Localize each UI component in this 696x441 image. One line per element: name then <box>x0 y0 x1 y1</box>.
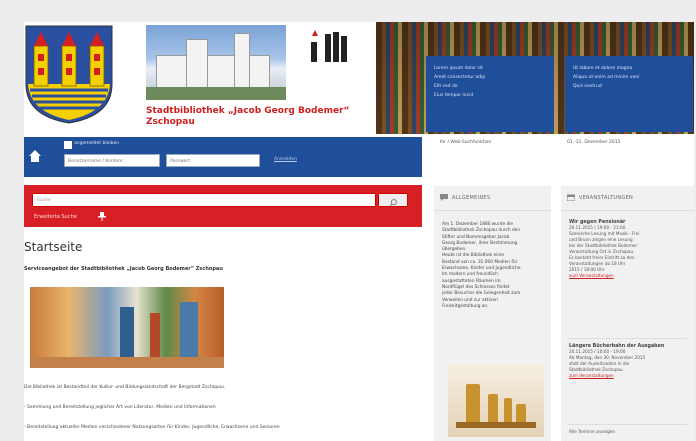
page: Stadtbibliothek „Jacob Georg Bodemer“ Zs… <box>24 22 694 441</box>
quick-links-box-1: Lorem ipsum dolor sit Amet consectetur a… <box>426 56 554 132</box>
sculpture-photo <box>448 364 544 437</box>
castle-photo <box>146 25 286 100</box>
events-panel: VERANSTALTUNGEN Wir gegen Pensionär 20.1… <box>561 186 694 441</box>
general-info-heading-text: ALLGEMEINES <box>452 195 491 201</box>
quick-link[interactable]: Lorem ipsum dolor sit <box>434 64 546 73</box>
events-heading-text: VERANSTALTUNGEN <box>579 195 634 201</box>
search-button[interactable] <box>378 193 408 207</box>
login-bar: angemeldet bleiben Benutzername / Konton… <box>24 137 422 177</box>
home-icon[interactable] <box>28 149 42 163</box>
events-heading: VERANSTALTUNGEN <box>561 186 694 211</box>
quick-link[interactable]: Quis nostrud <box>573 82 685 91</box>
event-item[interactable]: Längere Bücherbahn der Ausgaben 20.11.20… <box>569 344 664 378</box>
body-paragraph: - Sammlung und Bereitstellung jeglicher … <box>24 405 216 410</box>
col3-top-text: 01.-31. Dezember 2015 <box>567 140 621 145</box>
library-logo-icon <box>311 30 347 62</box>
quick-link[interactable]: Ut labore et dolore magna <box>573 64 685 73</box>
page-subtitle: Serviceangebot der Stadtbibliothek „Jaco… <box>24 266 223 272</box>
info-line: Freizeitgestaltung an. <box>442 303 489 309</box>
password-field[interactable]: Passwort <box>166 154 260 167</box>
page-title: Startseite <box>24 240 83 254</box>
coat-of-arms-logo <box>25 25 113 124</box>
search-panel: Suche Erweiterte Suche <box>24 185 422 227</box>
extended-search-link[interactable]: Erweiterte Suche <box>34 214 77 220</box>
stay-logged-in-checkbox[interactable] <box>64 141 72 149</box>
site-title-line1: Stadtbibliothek „Jacob Georg Bodemer“ <box>146 106 350 116</box>
general-info-panel: ALLGEMEINES Am 1. Dezember 1880 wurde di… <box>434 186 551 441</box>
calendar-icon <box>567 194 575 201</box>
quick-link[interactable]: Amet consectetur adip <box>434 73 546 82</box>
search-input[interactable]: Suche <box>32 193 376 207</box>
quick-link[interactable]: Eius tempor incid <box>434 91 546 100</box>
event-link[interactable]: zum Veranstaltungen <box>569 373 664 378</box>
body-paragraph: - Bereitstellung aktueller Medien versch… <box>24 425 280 430</box>
general-info-heading: ALLGEMEINES <box>434 186 551 211</box>
login-link[interactable]: Anmelden <box>274 157 297 162</box>
event-divider <box>567 424 687 425</box>
event-item[interactable]: Wir gegen Pensionär 20.11.2015 | 19:00 -… <box>569 220 640 278</box>
search-icon <box>389 199 397 207</box>
all-events-link[interactable]: Alle Termine anzeigen <box>569 429 615 435</box>
pin-icon[interactable] <box>98 212 106 221</box>
site-title[interactable]: Stadtbibliothek „Jacob Georg Bodemer“ Zs… <box>146 106 406 128</box>
event-link[interactable]: zum Veranstaltungen <box>569 273 640 278</box>
library-interior-photo <box>30 287 224 368</box>
stay-logged-in-label: angemeldet bleiben <box>74 141 120 146</box>
event-divider <box>567 338 687 339</box>
username-field[interactable]: Benutzername / Kontonr. <box>64 154 160 167</box>
body-paragraph: Die Bibliothek ist Bestandteil der Kultu… <box>24 385 226 390</box>
col2-top-text[interactable]: Ihr / Web-Suchfunktion <box>440 140 491 145</box>
quick-links-box-2: Ut labore et dolore magna Aliqua ut enim… <box>565 56 693 132</box>
general-info-text: Am 1. Dezember 1880 wurde die Stadtbibli… <box>442 222 544 310</box>
quick-link[interactable]: Aliqua ut enim ad minim veni <box>573 73 685 82</box>
site-title-line2: Zschopau <box>146 117 195 127</box>
speech-bubble-icon <box>440 194 448 201</box>
quick-link[interactable]: Elit sed do <box>434 82 546 91</box>
